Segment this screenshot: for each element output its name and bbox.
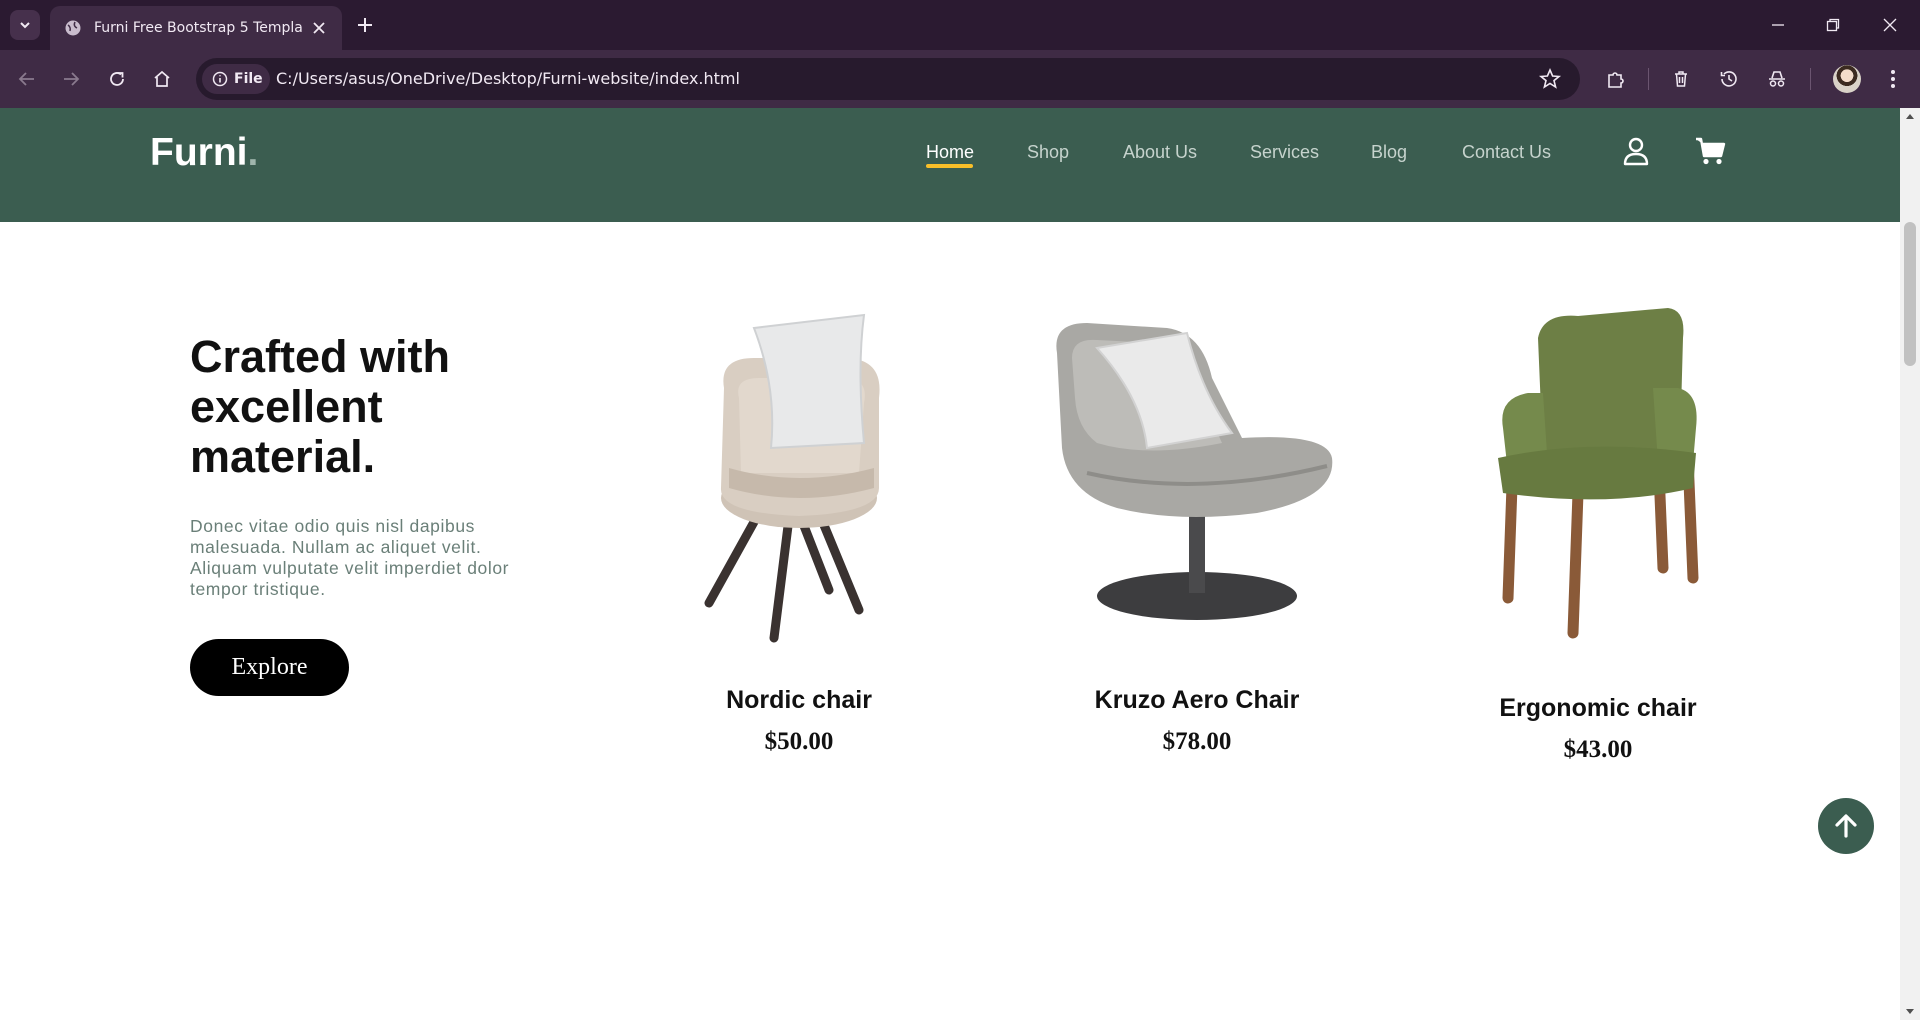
scroll-thumb[interactable]	[1904, 222, 1916, 366]
browser-menu-button[interactable]	[1880, 66, 1906, 92]
product-price: $50.00	[764, 728, 834, 755]
history-button[interactable]	[1716, 66, 1742, 92]
back-button[interactable]	[12, 64, 42, 94]
info-icon	[212, 71, 228, 87]
toolbar-separator	[1810, 68, 1811, 90]
product-card-kruzo-aero-chair[interactable]	[1027, 298, 1367, 628]
nav-about-us[interactable]: About Us	[1123, 142, 1197, 163]
site-info-chip[interactable]: File	[202, 64, 270, 94]
section-description: Donec vitae odio quis nisl dapibus males…	[190, 516, 510, 599]
reload-button[interactable]	[102, 64, 132, 94]
globe-icon	[65, 20, 81, 36]
close-window-button[interactable]	[1877, 12, 1903, 38]
scroll-up-arrow[interactable]	[1906, 114, 1914, 119]
page-viewport: Furni. Home Shop About Us Services Blog …	[0, 108, 1900, 1020]
explore-button[interactable]: Explore	[190, 639, 349, 696]
minimize-icon	[1772, 24, 1784, 26]
trash-icon	[1675, 71, 1687, 87]
cart-icon[interactable]	[1694, 134, 1728, 168]
scroll-to-top-button[interactable]	[1818, 798, 1874, 854]
restore-button[interactable]	[1820, 12, 1846, 38]
logo-dot: .	[247, 131, 259, 174]
page-scrollbar[interactable]	[1900, 108, 1920, 1020]
reload-icon	[110, 72, 124, 86]
product-name: Ergonomic chair	[1499, 694, 1697, 722]
restore-icon	[1826, 18, 1840, 32]
close-tab-icon[interactable]	[310, 19, 328, 37]
chevron-down-icon	[20, 22, 30, 29]
nav-blog[interactable]: Blog	[1371, 142, 1407, 163]
url-text[interactable]: C:/Users/asus/OneDrive/Desktop/Furni-web…	[276, 69, 740, 88]
arrow-left-icon	[18, 72, 34, 86]
site-logo[interactable]: Furni.	[150, 131, 258, 175]
tab-title: Furni Free Bootstrap 5 Template	[94, 20, 302, 36]
scroll-down-arrow[interactable]	[1906, 1009, 1914, 1014]
arrow-right-icon	[64, 72, 80, 86]
nav-home[interactable]: Home	[926, 142, 974, 163]
profile-avatar[interactable]	[1833, 65, 1861, 93]
delete-button[interactable]	[1668, 66, 1694, 92]
product-card-nordic-chair[interactable]	[629, 298, 969, 658]
arrow-up-icon	[1835, 814, 1857, 838]
site-chip-label: File	[234, 71, 263, 87]
incognito-icon	[1769, 71, 1785, 87]
nav-contact-us[interactable]: Contact Us	[1462, 142, 1551, 163]
kebab-menu-icon	[1891, 70, 1895, 88]
product-price: $43.00	[1563, 736, 1633, 763]
site-header: Furni. Home Shop About Us Services Blog …	[0, 108, 1900, 222]
plus-icon	[358, 18, 372, 32]
logo-text: Furni	[150, 131, 248, 174]
section-headline: Crafted with excellent material.	[190, 331, 451, 482]
product-name: Nordic chair	[726, 686, 872, 714]
product-price: $78.00	[1162, 728, 1232, 755]
home-button[interactable]	[147, 64, 177, 94]
tab-search-button[interactable]	[10, 10, 40, 40]
product-card-ergonomic-chair[interactable]	[1428, 298, 1768, 648]
forward-button[interactable]	[56, 64, 86, 94]
nordic-chair-image	[704, 313, 880, 643]
extensions-button[interactable]	[1603, 66, 1629, 92]
history-icon	[1720, 71, 1737, 87]
kruzo-aero-chair-image	[1056, 323, 1333, 620]
nav-active-underline	[926, 164, 973, 168]
close-icon	[1883, 18, 1897, 32]
product-name: Kruzo Aero Chair	[1094, 686, 1300, 714]
puzzle-icon	[1608, 72, 1624, 88]
bookmark-star-icon[interactable]	[1538, 67, 1562, 91]
browser-toolbar: File C:/Users/asus/OneDrive/Desktop/Furn…	[0, 50, 1920, 108]
ergonomic-chair-image	[1498, 308, 1699, 639]
user-icon[interactable]	[1619, 134, 1653, 168]
new-tab-button[interactable]	[352, 12, 378, 38]
incognito-button[interactable]	[1764, 66, 1790, 92]
browser-tab-bar: Furni Free Bootstrap 5 Template	[0, 0, 1920, 50]
home-icon	[154, 70, 170, 87]
address-bar[interactable]: File C:/Users/asus/OneDrive/Desktop/Furn…	[196, 58, 1580, 100]
nav-services[interactable]: Services	[1250, 142, 1319, 163]
browser-tab[interactable]: Furni Free Bootstrap 5 Template	[50, 6, 342, 50]
minimize-button[interactable]	[1765, 12, 1791, 38]
nav-shop[interactable]: Shop	[1027, 142, 1069, 163]
toolbar-separator	[1648, 68, 1649, 90]
